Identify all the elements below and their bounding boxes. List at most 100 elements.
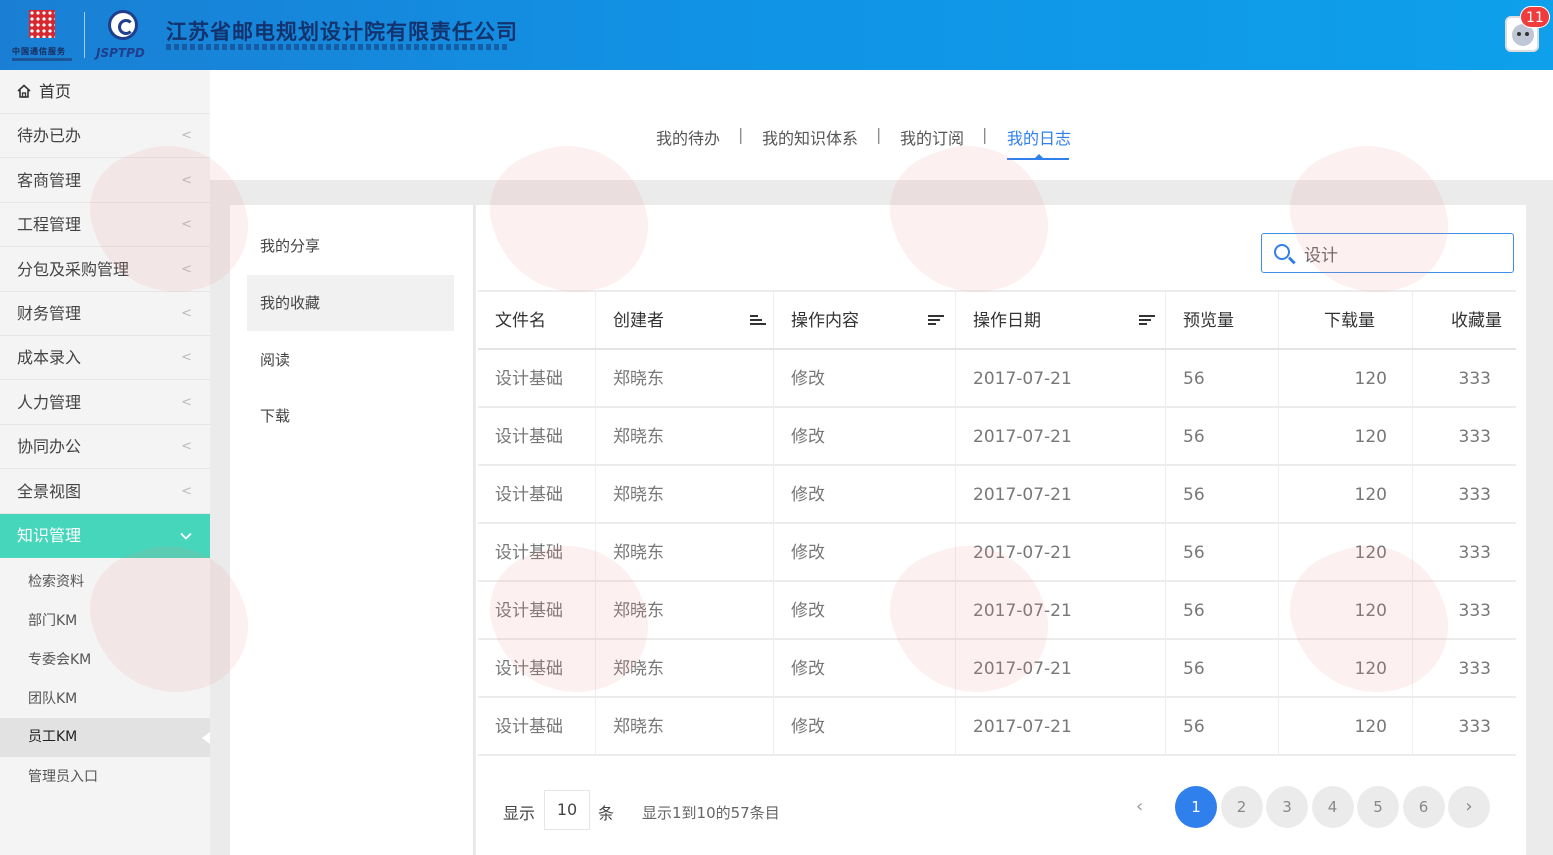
company-english-name bbox=[166, 44, 508, 50]
logo1-subline bbox=[12, 58, 72, 61]
cell-downloads: 120 bbox=[1279, 698, 1413, 754]
cell-favorites: 333 bbox=[1458, 601, 1491, 621]
cell-filename: 设计基础 bbox=[478, 408, 596, 464]
sidebar-item-label: 知识管理 bbox=[17, 526, 82, 545]
col-header-label: 操作日期 bbox=[973, 311, 1041, 331]
cell-date: 2017-07-21 bbox=[956, 350, 1166, 406]
china-comservice-logo: 中国通信服务 bbox=[12, 8, 72, 62]
cell-favorites: 333 bbox=[1458, 717, 1491, 737]
log-subnav: 我的分享 我的收藏 阅读 下载 bbox=[230, 205, 474, 855]
cell-views: 56 bbox=[1166, 466, 1279, 522]
cell-favorites: 333 bbox=[1458, 369, 1491, 389]
cell-creator: 郑晓东 bbox=[596, 466, 774, 522]
sort-icon[interactable] bbox=[928, 313, 944, 327]
chevron-left-icon: < bbox=[181, 306, 192, 321]
subnav-my-favorites[interactable]: 我的收藏 bbox=[247, 275, 454, 331]
cell-favorites: 333 bbox=[1458, 485, 1491, 505]
cell-filename: 设计基础 bbox=[478, 350, 596, 406]
sidebar-subitem-team-km[interactable]: 团队KM bbox=[0, 680, 210, 719]
sidebar-item-finance[interactable]: 财务管理 < bbox=[0, 292, 210, 336]
cell-filename: 设计基础 bbox=[478, 582, 596, 638]
chevron-left-icon: < bbox=[181, 217, 192, 232]
table-row[interactable]: 设计基础 郑晓东 修改 2017-07-21 56 120 333 bbox=[478, 582, 1516, 640]
sort-icon[interactable] bbox=[1139, 313, 1155, 327]
cell-favorites: 333 bbox=[1458, 427, 1491, 447]
cell-filename: 设计基础 bbox=[478, 524, 596, 580]
notification-badge[interactable]: 11 bbox=[1520, 6, 1550, 28]
col-header-label: 操作内容 bbox=[791, 311, 859, 331]
sidebar-subitem-committee-km[interactable]: 专委会KM bbox=[0, 641, 210, 680]
cell-filename: 设计基础 bbox=[478, 698, 596, 754]
search-icon bbox=[1274, 244, 1290, 260]
chevron-left-icon: < bbox=[181, 439, 192, 454]
col-header-operation[interactable]: 操作内容 bbox=[774, 292, 956, 348]
cell-creator: 郑晓东 bbox=[596, 640, 774, 696]
chevron-left-icon: < bbox=[181, 395, 192, 410]
sidebar-item-label: 财务管理 bbox=[17, 304, 82, 323]
cell-date: 2017-07-21 bbox=[956, 466, 1166, 522]
sidebar-item-hr[interactable]: 人力管理 < bbox=[0, 381, 210, 425]
sidebar-item-home[interactable]: 首页 bbox=[0, 70, 210, 114]
cell-downloads: 120 bbox=[1279, 640, 1413, 696]
sidebar-item-label: 全景视图 bbox=[17, 482, 82, 501]
col-header-views[interactable]: 预览量 bbox=[1166, 292, 1279, 348]
tab-separator: | bbox=[982, 125, 988, 144]
col-header-creator[interactable]: 创建者 bbox=[596, 292, 774, 348]
next-page-button[interactable]: › bbox=[1448, 786, 1490, 828]
page-button[interactable]: 2 bbox=[1220, 786, 1263, 828]
tab-my-knowledge[interactable]: 我的知识体系 bbox=[762, 125, 858, 149]
tab-my-todo[interactable]: 我的待办 bbox=[656, 125, 720, 149]
subnav-downloads[interactable]: 下载 bbox=[247, 388, 454, 444]
table-row[interactable]: 设计基础 郑晓东 修改 2017-07-21 56 120 333 bbox=[478, 408, 1516, 466]
cell-views: 56 bbox=[1166, 640, 1279, 696]
page-button[interactable]: 5 bbox=[1357, 786, 1399, 828]
col-header-date[interactable]: 操作日期 bbox=[956, 292, 1166, 348]
jsptpd-logo: JSPTPD bbox=[96, 8, 152, 62]
chevron-left-icon: < bbox=[181, 128, 192, 143]
sidebar-item-todo[interactable]: 待办已办 < bbox=[0, 114, 210, 158]
table-row[interactable]: 设计基础 郑晓东 修改 2017-07-21 56 120 333 bbox=[478, 466, 1516, 524]
sidebar-item-panorama[interactable]: 全景视图 < bbox=[0, 470, 210, 514]
sidebar-subitem-search[interactable]: 检索资料 bbox=[0, 563, 210, 602]
cell-creator: 郑晓东 bbox=[596, 350, 774, 406]
sidebar-item-cost[interactable]: 成本录入 < bbox=[0, 336, 210, 380]
cell-views: 56 bbox=[1166, 698, 1279, 754]
page-button[interactable]: 6 bbox=[1402, 786, 1445, 828]
tab-my-subscriptions[interactable]: 我的订阅 bbox=[900, 125, 964, 149]
sidebar-subitem-dept-km[interactable]: 部门KM bbox=[0, 602, 210, 641]
table-row[interactable]: 设计基础 郑晓东 修改 2017-07-21 56 120 333 bbox=[478, 524, 1516, 582]
sidebar-item-clients[interactable]: 客商管理 < bbox=[0, 159, 210, 203]
sidebar-item-projects[interactable]: 工程管理 < bbox=[0, 203, 210, 247]
sort-icon[interactable] bbox=[750, 313, 766, 327]
sidebar-item-collab[interactable]: 协同办公 < bbox=[0, 425, 210, 469]
search-input[interactable] bbox=[1304, 242, 1494, 264]
cell-views: 56 bbox=[1166, 582, 1279, 638]
tab-separator: | bbox=[738, 125, 744, 144]
col-header-downloads[interactable]: 下载量 bbox=[1279, 292, 1413, 348]
page-button[interactable]: 1 bbox=[1175, 786, 1217, 828]
cell-favorites: 333 bbox=[1458, 659, 1491, 679]
cell-operation: 修改 bbox=[774, 466, 956, 522]
sidebar-item-procurement[interactable]: 分包及采购管理 < bbox=[0, 248, 210, 292]
table-row[interactable]: 设计基础 郑晓东 修改 2017-07-21 56 120 333 bbox=[478, 698, 1516, 756]
page-button[interactable]: 4 bbox=[1311, 786, 1354, 828]
sidebar-subitem-employee-km[interactable]: 员工KM bbox=[0, 718, 210, 757]
cell-operation: 修改 bbox=[774, 350, 956, 406]
table-row[interactable]: 设计基础 郑晓东 修改 2017-07-21 56 120 333 bbox=[478, 640, 1516, 698]
col-header-favorites[interactable]: 收藏量 bbox=[1413, 292, 1516, 348]
table-row[interactable]: 设计基础 郑晓东 修改 2017-07-21 56 120 333 bbox=[478, 350, 1516, 408]
sidebar-item-knowledge[interactable]: 知识管理 bbox=[0, 514, 210, 558]
cell-views: 56 bbox=[1166, 408, 1279, 464]
prev-page-button[interactable]: ‹ bbox=[1136, 796, 1143, 817]
tab-my-log[interactable]: 我的日志 bbox=[1007, 125, 1071, 149]
subnav-my-shares[interactable]: 我的分享 bbox=[247, 218, 454, 274]
col-header-filename[interactable]: 文件名 bbox=[478, 292, 596, 348]
sidebar-subitem-admin[interactable]: 管理员入口 bbox=[0, 758, 210, 797]
page-button[interactable]: 3 bbox=[1266, 786, 1308, 828]
active-tab-underline bbox=[1007, 158, 1069, 160]
search-box[interactable] bbox=[1261, 233, 1514, 273]
table-header-row: 文件名 创建者 操作内容 操作日期 预览量 下载量 收藏量 bbox=[478, 290, 1516, 350]
page-size-select[interactable]: 10 bbox=[544, 790, 590, 830]
subnav-reading[interactable]: 阅读 bbox=[247, 332, 454, 388]
pagination-info: 显示1到10的57条目 bbox=[642, 804, 780, 822]
